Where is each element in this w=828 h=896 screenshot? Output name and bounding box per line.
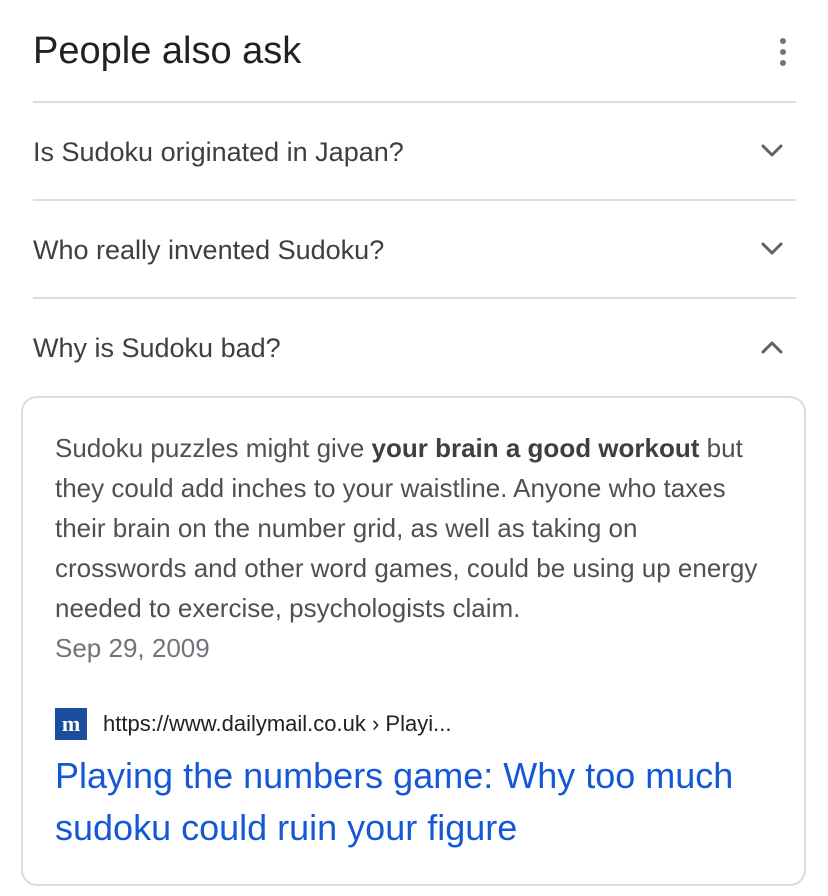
question-row-3[interactable]: Why is Sudoku bad? [33,297,796,397]
source-citation[interactable]: m https://www.dailymail.co.uk › Playi... [55,708,451,740]
question-text: Why is Sudoku bad? [33,333,281,363]
more-vertical-icon-dot [780,49,786,55]
people-also-ask-panel: People also ask Is Sudoku originated in … [0,0,828,896]
question-text: Who really invented Sudoku? [33,235,385,265]
question-row-1[interactable]: Is Sudoku originated in Japan? [33,101,796,201]
answer-card: Sudoku puzzles might give your brain a g… [21,396,806,886]
chevron-down-icon [761,242,783,255]
section-title: People also ask [33,30,302,72]
question-text: Is Sudoku originated in Japan? [33,137,404,167]
source-url[interactable]: https://www.dailymail.co.uk › Playi... [103,711,451,737]
more-options-button[interactable] [770,30,796,74]
chevron-up-icon [761,341,783,354]
more-vertical-icon [780,38,786,44]
dailymail-favicon-icon: m [55,708,87,740]
answer-snippet: Sudoku puzzles might give your brain a g… [55,428,775,628]
more-vertical-icon-dot [780,60,786,66]
snippet-highlight: your brain a good workout [371,433,700,463]
result-title-link[interactable]: Playing the numbers game: Why too much s… [55,750,775,854]
question-row-2[interactable]: Who really invented Sudoku? [33,199,796,299]
snippet-text: Sudoku puzzles might give [55,433,372,463]
paa-header: People also ask [33,22,796,80]
chevron-down-icon [761,144,783,157]
snippet-date: Sep 29, 2009 [55,633,210,663]
